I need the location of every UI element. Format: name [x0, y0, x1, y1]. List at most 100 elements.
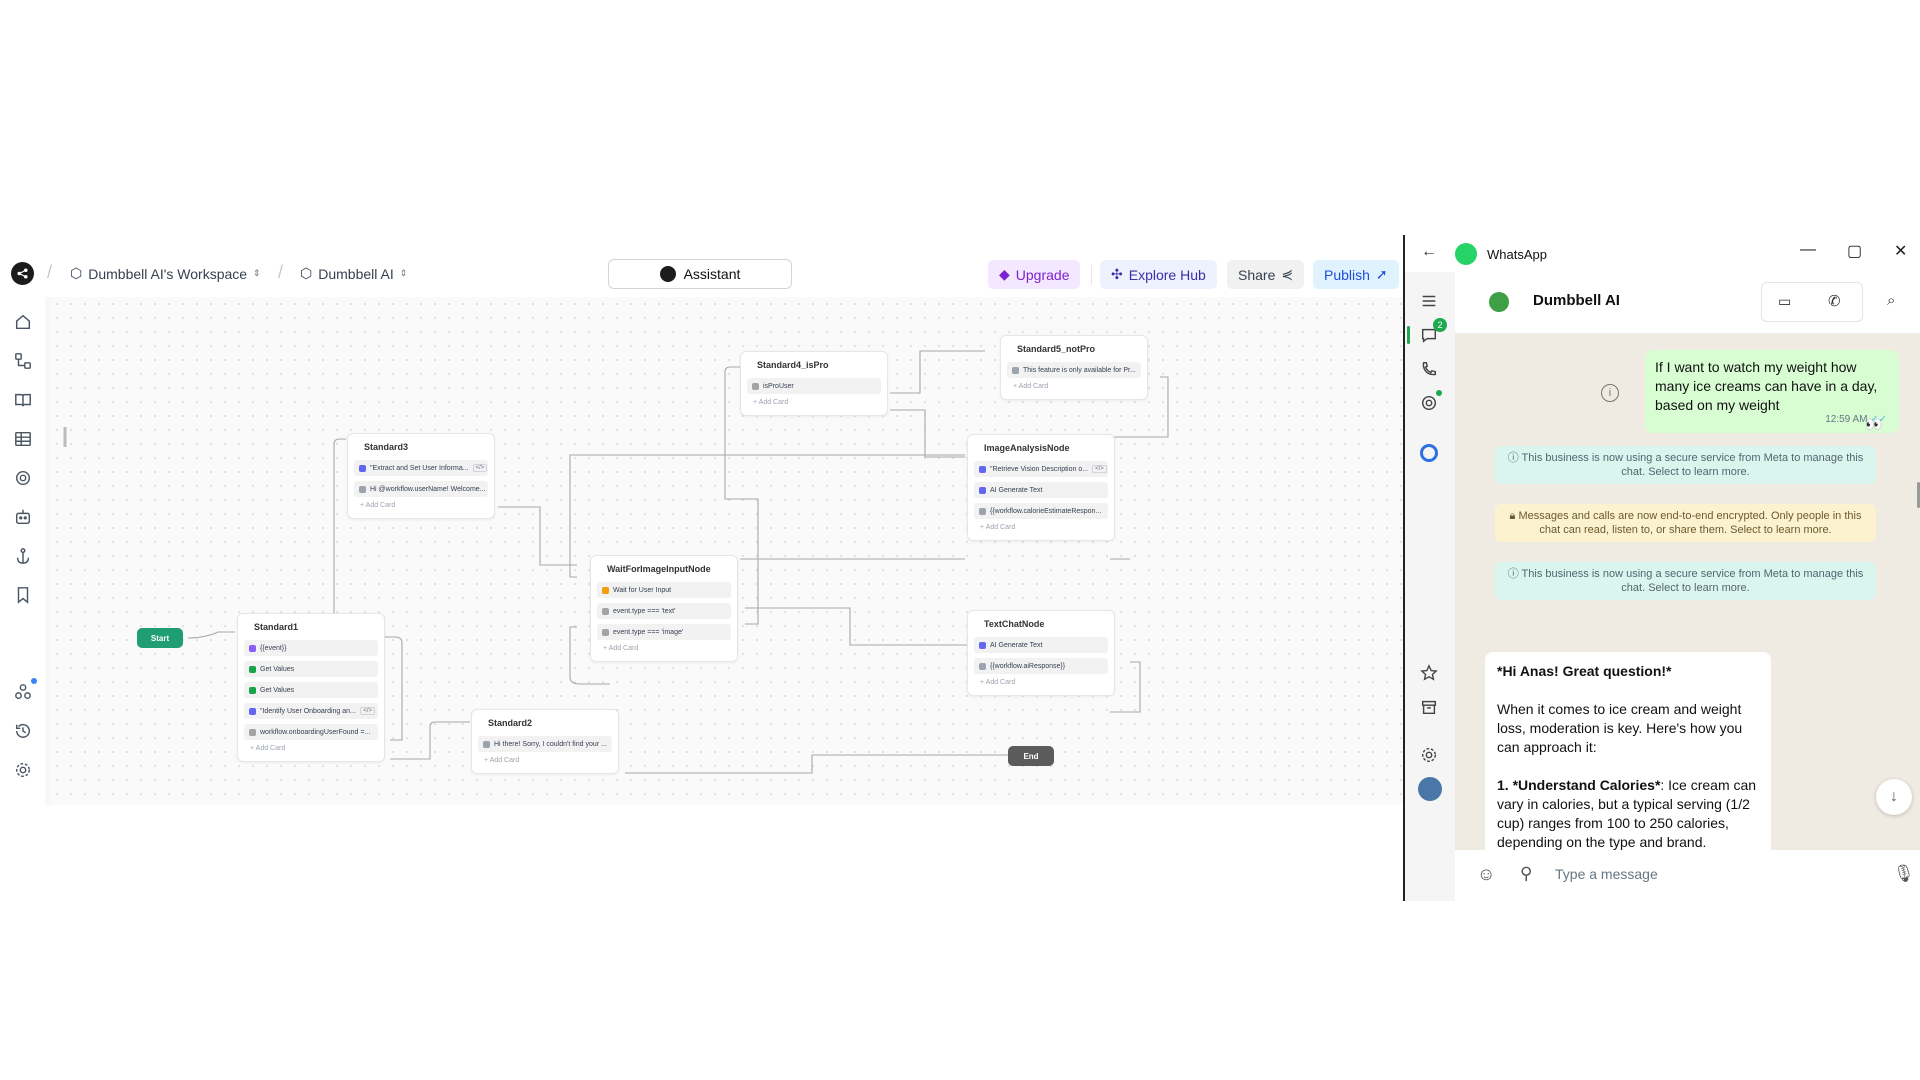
card-label: {{event}}	[260, 644, 287, 652]
attach-icon[interactable]: ⚲	[1520, 864, 1532, 884]
upgrade-button[interactable]: ◆ Upgrade	[988, 260, 1081, 289]
card[interactable]: isProUser	[747, 378, 881, 394]
anchor-icon[interactable]	[13, 546, 33, 566]
profile-avatar[interactable]	[1418, 777, 1442, 801]
card-label: "Retrieve Vision Description o...	[990, 465, 1089, 473]
table-icon[interactable]	[13, 429, 33, 449]
breadcrumb-project[interactable]: ⬡ Dumbbell AI ⇕	[300, 265, 407, 282]
starred-icon[interactable]	[1418, 662, 1440, 684]
system-message[interactable]: ⓘ This business is now using a secure se…	[1495, 446, 1876, 484]
incoming-message[interactable]: *Hi Anas! Great question!* When it comes…	[1485, 652, 1771, 850]
add-card-button[interactable]: + Add Card	[244, 745, 378, 757]
node-standard3[interactable]: Standard3 "Extract and Set User Informa.…	[347, 433, 495, 519]
contact-name[interactable]: Dumbbell AI	[1533, 292, 1620, 309]
meta-ai-icon[interactable]	[1418, 442, 1440, 464]
node-text-chat[interactable]: TextChatNode AI Generate Text {{workflow…	[967, 610, 1115, 696]
card[interactable]: Hi @workflow.userName! Welcome...	[354, 481, 488, 497]
code-icon[interactable]: </>	[472, 464, 488, 472]
card[interactable]: Get Values	[244, 682, 378, 698]
menu-icon[interactable]	[1418, 290, 1440, 312]
node-wait-for-image-input[interactable]: WaitForImageInputNode Wait for User Inpu…	[590, 555, 738, 662]
card[interactable]: "Retrieve Vision Description o... </>	[974, 461, 1108, 477]
scroll-down-button[interactable]: ↓	[1876, 779, 1912, 815]
settings-circle-icon[interactable]	[13, 468, 33, 488]
card[interactable]: {{workflow.aiResponse}}	[974, 658, 1108, 674]
microphone-icon[interactable]: 🎙︎	[1893, 864, 1915, 884]
history-icon[interactable]	[13, 721, 33, 741]
node-standard4-ispro[interactable]: Standard4_isPro isProUser + Add Card	[740, 351, 888, 416]
add-card-button[interactable]: + Add Card	[974, 524, 1108, 536]
node-standard5-notpro[interactable]: Standard5_notPro This feature is only av…	[1000, 335, 1148, 400]
workflow-canvas[interactable]: Start End Standard1 {{event}} Get Values…	[50, 297, 1403, 805]
home-icon[interactable]	[13, 312, 33, 332]
breadcrumb-workspace[interactable]: ⬡ Dumbbell AI's Workspace ⇕	[70, 265, 261, 282]
whatsapp-logo-icon	[1455, 243, 1477, 265]
explore-hub-button[interactable]: ✣ Explore Hub	[1100, 260, 1217, 289]
system-message[interactable]: ⓘ This business is now using a secure se…	[1495, 562, 1876, 600]
add-card-button[interactable]: + Add Card	[747, 399, 881, 411]
bookmark-icon[interactable]	[13, 585, 33, 605]
add-card-button[interactable]: + Add Card	[354, 502, 488, 514]
end-node[interactable]: End	[1008, 746, 1054, 766]
card[interactable]: event.type === 'image'	[597, 624, 731, 640]
share-button[interactable]: Share ⋞	[1227, 260, 1305, 289]
code-icon[interactable]: </>	[360, 707, 375, 715]
card[interactable]: AI Generate Text	[974, 482, 1108, 498]
card[interactable]: This feature is only available for Pr...	[1007, 362, 1141, 378]
card[interactable]: Wait for User Input	[597, 582, 731, 598]
maximize-icon[interactable]: ▢	[1847, 241, 1862, 261]
chats-icon[interactable]: 2	[1418, 318, 1447, 346]
card[interactable]: workflow.onboardingUserFound =...	[244, 724, 378, 740]
bot-icon[interactable]	[13, 507, 33, 527]
settings-gear-icon[interactable]	[1418, 744, 1440, 766]
info-icon[interactable]: i	[1601, 384, 1619, 402]
message-paragraph: When it comes to ice cream and weight lo…	[1497, 701, 1743, 755]
voice-call-icon[interactable]: ✆	[1828, 292, 1841, 310]
add-card-button[interactable]: + Add Card	[478, 757, 612, 769]
card-label: "Extract and Set User Informa...	[370, 464, 469, 472]
status-icon[interactable]	[1418, 390, 1442, 414]
chat-area[interactable]: i If I want to watch my weight how many …	[1455, 334, 1920, 850]
card[interactable]: {{workflow.calorieEstimateRespon...	[974, 503, 1108, 519]
card[interactable]: Hi there! Sorry, I couldn't find your ..…	[478, 736, 612, 752]
contact-avatar[interactable]	[1489, 292, 1509, 312]
card-label: event.type === 'text'	[613, 607, 676, 615]
app-logo[interactable]	[11, 262, 34, 285]
emoji-icon[interactable]: ☺	[1477, 864, 1495, 885]
calls-icon[interactable]	[1418, 358, 1440, 380]
card[interactable]: {{event}}	[244, 640, 378, 656]
encryption-notice[interactable]: 🔒︎ Messages and calls are now end-to-end…	[1495, 504, 1876, 542]
reaction-emoji[interactable]: 👀	[1865, 416, 1882, 433]
publish-button[interactable]: Publish ➚	[1313, 260, 1399, 289]
add-card-button[interactable]: + Add Card	[1007, 383, 1141, 395]
card[interactable]: AI Generate Text	[974, 637, 1108, 653]
code-icon[interactable]: </>	[1092, 465, 1107, 473]
video-call-icon[interactable]: ▭	[1778, 293, 1791, 310]
card-label: Hi there! Sorry, I couldn't find your ..…	[494, 740, 607, 748]
minimize-icon[interactable]: —	[1800, 241, 1816, 259]
start-node[interactable]: Start	[137, 628, 183, 648]
assistant-button[interactable]: Assistant	[608, 259, 792, 289]
card[interactable]: event.type === 'text'	[597, 603, 731, 619]
workflow-icon[interactable]	[13, 351, 33, 371]
integrations-icon[interactable]	[13, 678, 37, 702]
add-card-button[interactable]: + Add Card	[597, 645, 731, 657]
outgoing-message[interactable]: If I want to watch my weight how many ic…	[1645, 350, 1899, 433]
card[interactable]: "Identify User Onboarding an... </>	[244, 703, 378, 719]
card[interactable]: Get Values	[244, 661, 378, 677]
book-icon[interactable]	[13, 390, 33, 410]
back-arrow-icon[interactable]: ←	[1421, 243, 1437, 261]
node-image-analysis[interactable]: ImageAnalysisNode "Retrieve Vision Descr…	[967, 434, 1115, 541]
gear-icon[interactable]	[13, 760, 33, 780]
card[interactable]: "Extract and Set User Informa... </>	[354, 460, 488, 476]
chat-header[interactable]: Dumbbell AI ▭ ✆ ⌕	[1455, 272, 1920, 334]
notification-dot	[31, 678, 37, 684]
message-input[interactable]: Type a message	[1555, 866, 1658, 882]
archive-icon[interactable]	[1418, 696, 1440, 718]
system-message-text: This business is now using a secure serv…	[1521, 452, 1864, 478]
search-icon[interactable]: ⌕	[1887, 292, 1895, 309]
node-standard1[interactable]: Standard1 {{event}} Get Values Get Value…	[237, 613, 385, 762]
add-card-button[interactable]: + Add Card	[974, 679, 1108, 691]
node-standard2[interactable]: Standard2 Hi there! Sorry, I couldn't fi…	[471, 709, 619, 774]
close-icon[interactable]: ✕	[1894, 241, 1907, 261]
